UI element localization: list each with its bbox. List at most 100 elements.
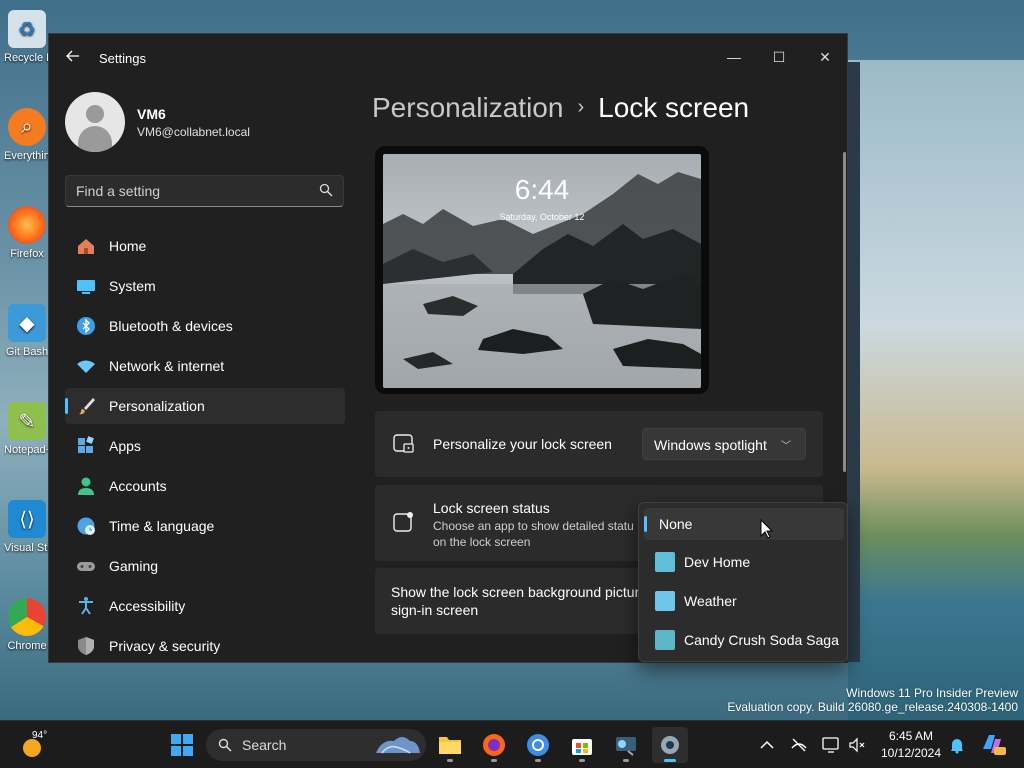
desktop-icon-firefox[interactable]: Firefox — [4, 206, 50, 260]
notification-bell-icon[interactable] — [948, 736, 966, 754]
status-option-none[interactable]: None — [644, 508, 844, 540]
nav-item-gaming[interactable]: Gaming — [65, 548, 345, 584]
status-option-weather[interactable]: Weather — [644, 585, 844, 617]
firefox-icon — [483, 734, 505, 756]
desktop-icon-everything[interactable]: ⌕ Everything — [4, 108, 50, 162]
accessibility-icon — [76, 596, 96, 616]
clock-time[interactable]: 6:45 AM — [880, 729, 942, 743]
taskbar-firefox[interactable] — [476, 727, 512, 763]
store-icon — [572, 739, 592, 755]
taskbar-terminal[interactable] — [608, 727, 644, 763]
taskbar-store[interactable] — [564, 727, 600, 763]
nav-item-time-language[interactable]: Time & language — [65, 508, 345, 544]
status-title: Lock screen status — [433, 500, 550, 516]
nav-item-personalization[interactable]: Personalization — [65, 388, 345, 424]
lock-screen-icon — [393, 434, 414, 453]
back-arrow-icon — [66, 50, 79, 62]
accounts-icon — [76, 476, 96, 496]
clock-date[interactable]: 10/12/2024 — [876, 746, 946, 760]
taskbar: 94° Search 6:45 AM 10/12/2024 — [0, 720, 1024, 768]
taskbar-chrome[interactable] — [520, 727, 556, 763]
search-icon — [218, 738, 232, 752]
volume-muted-icon[interactable] — [848, 736, 866, 754]
background-signin-line2: sign-in screen — [391, 602, 479, 618]
status-app-icon — [393, 512, 413, 532]
notepad-plus-plus-icon: ✎ — [8, 402, 46, 440]
nav-item-accounts[interactable]: Accounts — [65, 468, 345, 504]
windows-watermark: Windows 11 Pro Insider Preview Evaluatio… — [727, 686, 1018, 714]
user-email: VM6@collabnet.local — [137, 125, 250, 139]
breadcrumb: Personalization › Lock screen — [372, 92, 749, 124]
user-name: VM6 — [137, 106, 166, 122]
chevron-down-icon: ﹀ — [781, 441, 791, 452]
chrome-icon — [8, 598, 46, 636]
avatar-body-icon — [78, 126, 112, 152]
weather-app-icon — [655, 591, 675, 611]
network-icon[interactable] — [790, 736, 808, 754]
firefox-icon — [8, 206, 46, 244]
file-explorer-icon — [439, 737, 461, 754]
nav-list: Home System Bluetooth & devices Network … — [65, 228, 345, 662]
desktop-icon-notepad-plus-plus[interactable]: ✎ Notepad++ — [4, 402, 50, 456]
page-title: Lock screen — [598, 92, 750, 123]
settings-icon — [661, 736, 679, 754]
lock-screen-status-menu: None Dev Home Weather Candy Crush Soda S… — [638, 502, 848, 662]
personalize-lock-screen-card: Personalize your lock screen Windows spo… — [375, 411, 823, 477]
status-option-candy-crush[interactable]: Candy Crush Soda Saga — [644, 624, 844, 656]
start-button[interactable] — [164, 727, 200, 763]
scrollbar[interactable] — [843, 152, 846, 472]
minimize-button[interactable]: — — [719, 42, 749, 72]
title-bar: Settings — ☐ ✕ — [49, 34, 847, 82]
background-window-edge — [846, 62, 860, 662]
dev-home-icon — [655, 552, 675, 572]
clock-globe-icon — [76, 516, 96, 536]
system-icon — [76, 276, 96, 296]
apps-icon — [76, 436, 96, 456]
shield-icon — [76, 636, 96, 656]
mouse-cursor-icon — [760, 519, 774, 539]
back-button[interactable] — [63, 48, 83, 68]
nav-item-system[interactable]: System — [65, 268, 345, 304]
desktop-icon-chrome[interactable]: Chrome — [4, 598, 50, 652]
avatar[interactable] — [65, 92, 125, 152]
gamepad-icon — [76, 556, 96, 576]
terminal-icon — [616, 737, 636, 756]
candy-crush-icon — [655, 630, 675, 650]
desktop-wallpaper — [848, 60, 1024, 720]
search-icon — [319, 183, 333, 197]
wifi-icon — [76, 356, 96, 376]
taskbar-file-explorer[interactable] — [432, 727, 468, 763]
personalize-dropdown-value: Windows spotlight — [654, 437, 767, 453]
background-signin-line1: Show the lock screen background pictur — [391, 584, 640, 600]
taskbar-search[interactable]: Search — [206, 729, 426, 761]
close-button[interactable]: ✕ — [810, 42, 840, 72]
copilot-icon[interactable] — [980, 731, 1006, 757]
nav-item-privacy-security[interactable]: Privacy & security — [65, 628, 345, 662]
display-icon[interactable] — [822, 736, 840, 754]
taskbar-search-label: Search — [242, 737, 287, 753]
chevron-up-icon[interactable] — [758, 736, 776, 754]
everything-search-icon: ⌕ — [8, 108, 46, 146]
find-setting-box[interactable] — [65, 175, 344, 207]
chrome-icon — [527, 734, 549, 756]
nav-item-home[interactable]: Home — [65, 228, 345, 264]
nav-item-apps[interactable]: Apps — [65, 428, 345, 464]
taskbar-settings[interactable] — [652, 727, 688, 763]
nav-item-bluetooth-devices[interactable]: Bluetooth & devices — [65, 308, 345, 344]
status-desc-line2: on the lock screen — [433, 535, 531, 549]
breadcrumb-parent[interactable]: Personalization — [372, 92, 563, 123]
vscode-icon: ⟨⟩ — [8, 500, 46, 538]
maximize-button[interactable]: ☐ — [764, 42, 794, 72]
nav-item-accessibility[interactable]: Accessibility — [65, 588, 345, 624]
desktop-icon-vscode[interactable]: ⟨⟩ Visual Studio Code — [4, 500, 50, 554]
watermark-line2: Evaluation copy. Build 26080.ge_release.… — [727, 700, 1018, 714]
status-desc-line1: Choose an app to show detailed statu — [433, 519, 634, 533]
brush-icon — [76, 396, 96, 416]
desktop-icon-recycle-bin[interactable]: ♻ Recycle Bin — [4, 10, 50, 64]
search-input[interactable] — [76, 183, 306, 199]
desktop-icon-git-bash[interactable]: ◆ Git Bash — [4, 304, 50, 358]
git-bash-icon: ◆ — [8, 304, 46, 342]
nav-item-network-internet[interactable]: Network & internet — [65, 348, 345, 384]
personalize-dropdown[interactable]: Windows spotlight ﹀ — [642, 428, 806, 460]
status-option-dev-home[interactable]: Dev Home — [644, 546, 844, 578]
